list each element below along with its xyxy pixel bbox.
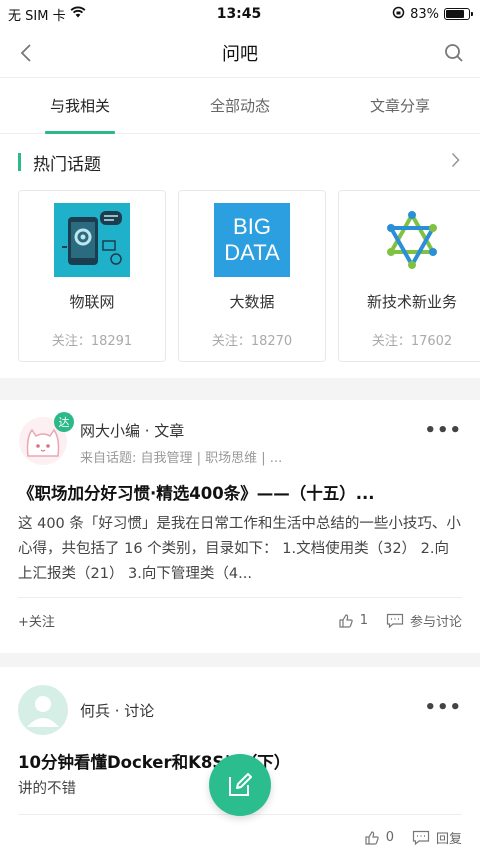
topic-card-iot[interactable]: 物联网 关注：18291 [18,190,166,362]
search-button[interactable] [442,41,466,65]
status-time: 13:45 [216,6,262,22]
carrier-label: 无 SIM 卡 [8,8,66,24]
more-options-button[interactable]: ••• [424,416,462,441]
topic-card-bigdata[interactable]: BIG DATA 大数据 关注：18270 [178,190,326,362]
discuss-button[interactable]: 参与讨论 [386,611,462,630]
back-button[interactable] [14,41,38,65]
post-body[interactable]: 这 400 条「好习惯」是我在日常工作和生活中总结的一些小技巧、小心得，共包括了… [18,512,462,587]
like-button[interactable]: 0 [364,830,394,846]
post-footer: +关注 1 参与讨论 [18,597,462,643]
accent-bar [18,153,21,171]
discuss-label: 参与讨论 [409,615,462,630]
search-icon [445,43,463,62]
compose-button[interactable] [209,754,271,816]
post-actions: 1 参与讨论 [338,611,462,630]
battery-percent: 83% [410,6,439,22]
status-right: 83% [330,6,473,23]
author-block: 网大小编 · 文章 来自话题: 自我管理 | 职场思维 | ... [80,416,424,466]
hot-topics-more-button[interactable] [451,152,460,172]
follow-button[interactable]: +关注 [18,611,55,630]
post-header: 达 网大小编 · 文章 来自话题: 自我管理 | 职场思维 | ... ••• [18,412,462,466]
edit-icon [229,773,252,796]
topic-name: 新技术新业务 [366,293,457,311]
chevron-right-icon [451,152,460,168]
topic-name: 大数据 [229,293,275,311]
like-button[interactable]: 1 [338,613,368,629]
page-title: 问吧 [222,43,258,65]
thumbs-up-icon [365,830,379,845]
section-divider [0,653,480,667]
status-bar: 无 SIM 卡 13:45 83% [0,0,480,28]
tab-all-activity[interactable]: 全部动态 [160,78,320,133]
big-data-text-1: BIG [233,214,271,239]
topic-card-new-tech[interactable]: 新技术新业务 关注：17602 [338,190,480,362]
tab-related[interactable]: 与我相关 [0,78,160,134]
battery-icon [443,8,473,20]
avatar[interactable] [18,685,68,735]
hot-topics-title-wrap: 热门话题 [18,150,101,175]
topic-name: 物联网 [69,293,115,311]
more-options-button[interactable]: ••• [424,685,462,718]
comment-icon [386,613,404,628]
thumbs-up-icon [339,613,353,628]
like-count: 1 [359,613,368,628]
post-header: 何兵 · 讨论 ••• [18,685,462,735]
topic-follow-count: 关注：17602 [371,334,453,349]
expert-badge: 达 [54,412,74,432]
reply-label: 回复 [435,832,462,847]
hot-topics-list: 物联网 关注：18291 BIG DATA 大数据 关注：18270 新技术新业… [0,190,480,364]
section-divider [0,378,480,400]
big-data-text-2: DATA [224,240,280,265]
status-left: 无 SIM 卡 [8,5,148,24]
wifi-icon [70,6,86,22]
author-block: 何兵 · 讨论 [80,685,424,735]
comment-icon [412,830,430,845]
topic-follow-count: 关注：18270 [211,334,293,349]
post-author[interactable]: 网大小编 · 文章 [80,420,424,441]
post-actions: 0 回复 [364,828,462,847]
post-footer: 0 回复 [18,814,462,852]
chevron-left-icon [20,43,31,62]
post-author[interactable]: 何兵 · 讨论 [80,700,154,721]
reply-button[interactable]: 回复 [412,828,462,847]
network-star-icon [374,203,450,277]
post-source-topics[interactable]: 来自话题: 自我管理 | 职场思维 | ... [80,447,424,466]
feed-post[interactable]: 达 网大小编 · 文章 来自话题: 自我管理 | 职场思维 | ... ••• … [0,400,480,643]
topic-follow-count: 关注：18291 [51,334,133,349]
orientation-lock-icon [392,6,405,23]
hot-topics-header: 热门话题 [0,134,480,190]
like-count: 0 [385,830,394,845]
tab-bar: 与我相关 全部动态 文章分享 [0,78,480,134]
nav-bar: 问吧 [0,28,480,78]
tab-article-share[interactable]: 文章分享 [320,78,480,133]
hot-topics-title: 热门话题 [33,154,101,175]
iot-phone-icon [54,203,130,277]
post-title[interactable]: 《职场加分好习惯·精选400条》——（十五）... [18,480,462,504]
big-data-image: BIG DATA [214,203,290,277]
avatar[interactable]: 达 [18,412,74,466]
